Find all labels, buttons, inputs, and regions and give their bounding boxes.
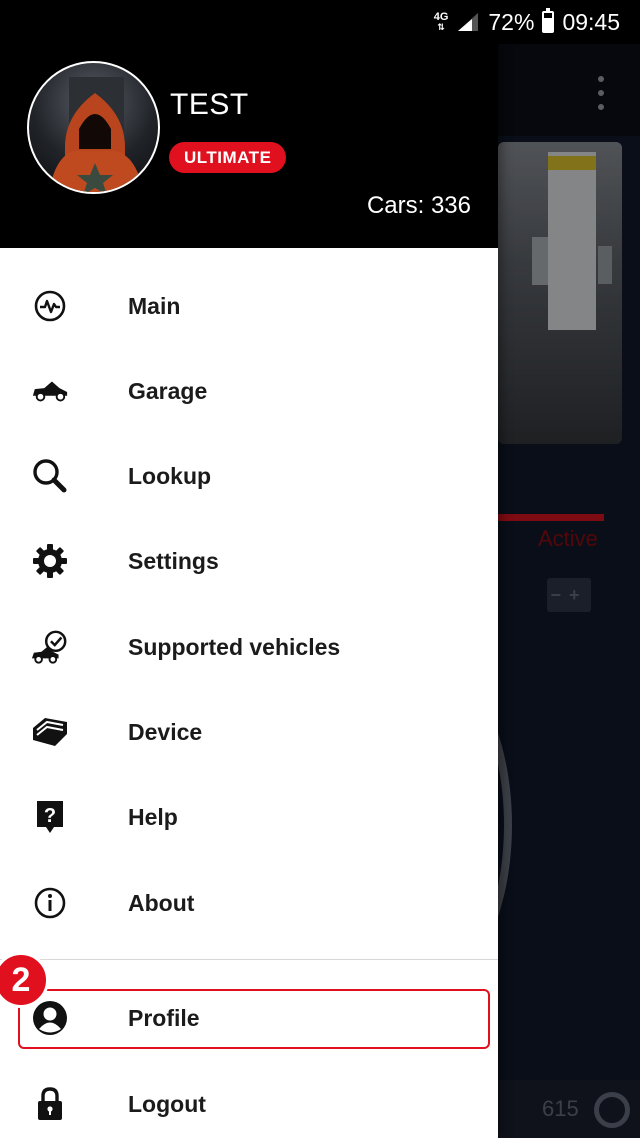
- avatar[interactable]: [27, 61, 160, 194]
- plan-badge: ULTIMATE: [169, 142, 287, 173]
- menu-item-logout[interactable]: Logout: [0, 1065, 498, 1138]
- pulse-icon: [31, 287, 69, 325]
- cars-count: Cars: 336: [366, 192, 471, 219]
- svg-text:?: ?: [44, 805, 56, 827]
- menu-item-label: Device: [128, 718, 203, 745]
- menu-item-label: Logout: [128, 1090, 206, 1117]
- menu-item-label: Settings: [128, 547, 219, 574]
- menu-item-label: About: [128, 889, 195, 916]
- menu-item-label: Main: [128, 292, 181, 319]
- user-name: TEST: [170, 88, 249, 121]
- menu-item-label: Help: [128, 803, 178, 830]
- menu-item-device[interactable]: Device: [0, 693, 498, 771]
- menu-item-main[interactable]: Main: [0, 267, 498, 345]
- gear-icon: [31, 542, 69, 580]
- battery-percent: 72%: [488, 8, 535, 35]
- info-icon: [31, 884, 69, 922]
- menu-item-about[interactable]: About: [0, 864, 498, 942]
- menu-item-settings[interactable]: Settings: [0, 522, 498, 600]
- menu-divider: [0, 959, 498, 960]
- navigation-drawer: TEST ULTIMATE Cars: 336 Main Garage Look…: [0, 0, 498, 1138]
- profile-highlight-frame: [18, 989, 490, 1049]
- menu-item-lookup[interactable]: Lookup: [0, 437, 498, 515]
- menu-item-supported-vehicles[interactable]: Supported vehicles: [0, 608, 498, 686]
- obd-device-icon: [31, 713, 69, 751]
- menu-item-label: Garage: [128, 377, 208, 404]
- clock: 09:45: [562, 8, 620, 35]
- help-icon: ?: [31, 798, 69, 836]
- network-type: 4G ⇅: [433, 11, 449, 33]
- menu-item-garage[interactable]: Garage: [0, 352, 498, 430]
- menu-item-label: Supported vehicles: [128, 633, 341, 660]
- menu-item-label: Lookup: [128, 462, 212, 489]
- scrim-overlay[interactable]: [498, 0, 640, 1138]
- car-icon: [31, 372, 69, 410]
- car-check-icon: [31, 628, 69, 666]
- signal-icon: [456, 11, 480, 33]
- drawer-header: TEST ULTIMATE Cars: 336: [0, 44, 498, 248]
- search-icon: [31, 457, 69, 495]
- status-bar: 4G ⇅ 72% 09:45: [0, 0, 640, 44]
- menu-item-help[interactable]: ? Help: [0, 778, 498, 856]
- lock-icon: [31, 1085, 69, 1123]
- battery-icon: [542, 8, 555, 33]
